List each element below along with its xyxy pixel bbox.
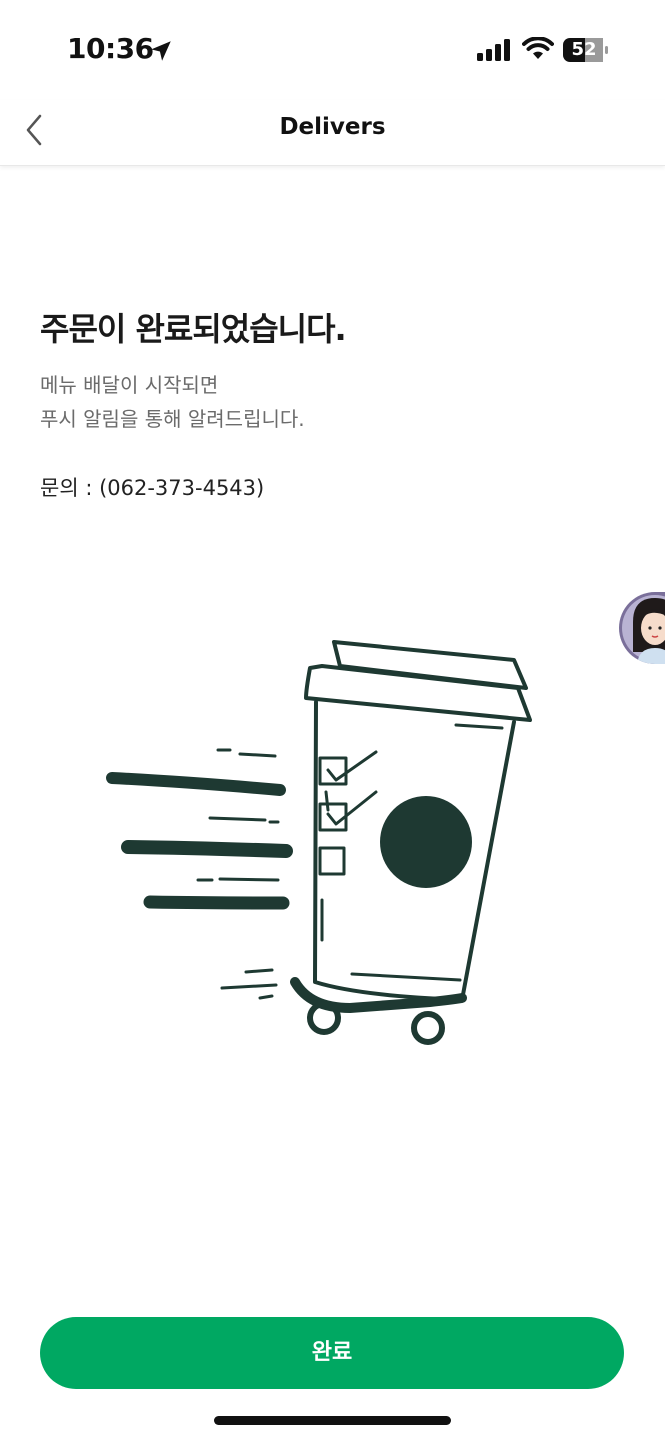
- speed-line-3: [143, 895, 290, 910]
- floating-avatar-button[interactable]: [619, 592, 665, 664]
- screen: 10:36 52 Delivers 주문이 완료되었습니다. 메뉴 배달이 시작…: [0, 0, 665, 1440]
- wifi-icon: [522, 37, 554, 59]
- status-time: 10:36: [67, 32, 154, 65]
- page-title: Delivers: [279, 114, 386, 140]
- order-complete-headline: 주문이 완료되었습니다.: [40, 310, 347, 348]
- done-button[interactable]: 완료: [40, 1317, 624, 1389]
- avatar-icon: [619, 592, 665, 664]
- contact-phone: 문의 : (062-373-4543): [40, 476, 265, 500]
- battery-level: 52: [571, 39, 597, 60]
- nav-bar: Delivers: [0, 100, 665, 166]
- home-indicator: [214, 1416, 451, 1425]
- location-arrow-icon: [151, 41, 171, 61]
- signal-icon: [477, 39, 510, 61]
- delivery-cup-illustration: [106, 640, 532, 1045]
- push-notice-text: 메뉴 배달이 시작되면 푸시 알림을 통해 알려드립니다.: [40, 368, 305, 436]
- siren-logo-circle: [380, 796, 472, 888]
- push-notice-line-1: 메뉴 배달이 시작되면: [40, 373, 219, 397]
- push-notice-line-2: 푸시 알림을 통해 알려드립니다.: [40, 407, 305, 431]
- speed-line-1: [106, 772, 286, 796]
- wheel-right: [411, 1011, 445, 1045]
- status-bar: 10:36 52: [0, 0, 665, 100]
- speed-line-2: [121, 840, 293, 858]
